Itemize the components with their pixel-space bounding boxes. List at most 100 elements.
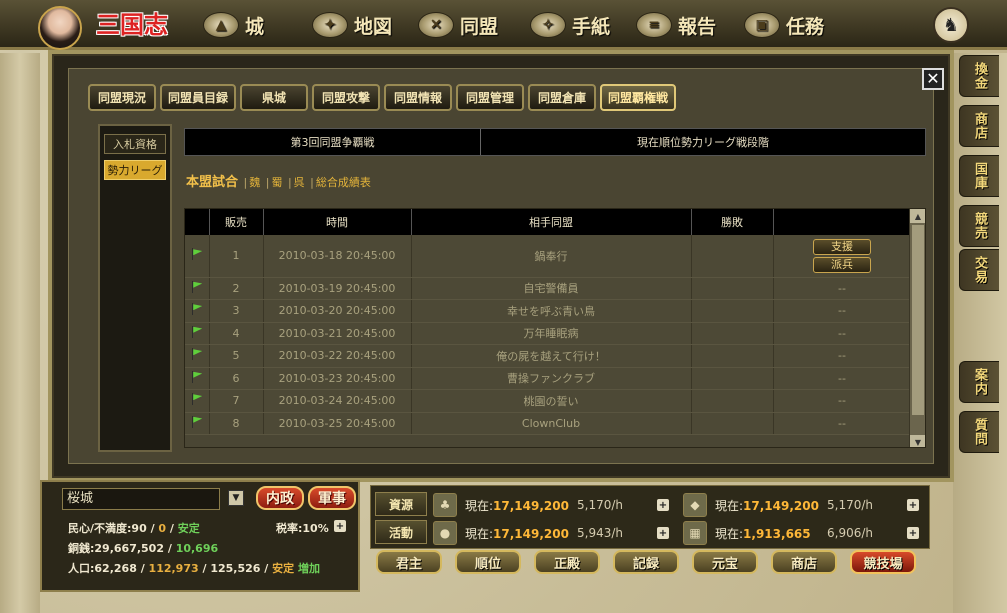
table-row: 6 2010-03-23 20:45:00 曹操ファンクラブ --	[185, 367, 912, 390]
close-button[interactable]: ✕	[922, 68, 944, 90]
city-select[interactable]: 桜城	[62, 488, 220, 510]
green-flag-icon	[191, 248, 202, 261]
alliance-window: ✕ 同盟現況 同盟員目録 県城 同盟攻撃 同盟情報 同盟管理 同盟倉庫 同盟覇権…	[48, 50, 954, 482]
table-row: 2 2010-03-19 20:45:00 自宅警備員 --	[185, 277, 912, 300]
nav-quest-label: 任務	[786, 15, 825, 38]
table-scrollbar[interactable]: ▲ ▼	[909, 209, 925, 447]
phase-status: 現在順位勢力リーグ戦段階	[637, 136, 769, 149]
bird-icon: ✧	[530, 12, 566, 38]
col-result: 勝敗	[691, 209, 774, 235]
horse-rider-icon[interactable]: ♞	[933, 7, 969, 43]
nav-records[interactable]: 記録	[613, 550, 679, 574]
match-links: 本盟試合 | 魏 | 蜀 | 呉 | 総合成績表	[186, 175, 371, 190]
subnav-power-league[interactable]: 勢力リーグ	[104, 160, 166, 180]
nav-main-hall[interactable]: 正殿	[534, 550, 600, 574]
hegemony-content: 第3回同盟争覇戦 現在順位勢力リーグ戦段階 本盟試合 | 魏 | 蜀 | 呉 | 総合成…	[184, 124, 926, 452]
tab-alliance-status[interactable]: 同盟現況	[88, 84, 156, 111]
activity-tab[interactable]: 活動	[375, 520, 427, 544]
tab-alliance-attack[interactable]: 同盟攻撃	[312, 84, 381, 111]
sub-navigation: 入札資格 勢力リーグ	[98, 124, 172, 452]
scroll-icon: ≡	[636, 12, 672, 38]
side-tab-shop[interactable]: 商店	[959, 105, 999, 147]
nav-report-label: 報告	[678, 15, 717, 38]
side-tab-treasury[interactable]: 国庫	[959, 155, 999, 197]
map-icon: ✦	[312, 12, 348, 38]
nav-map-label: 地図	[354, 15, 393, 38]
nav-ranking[interactable]: 順位	[455, 550, 521, 574]
resources-tab[interactable]: 資源	[375, 492, 427, 516]
tab-prefecture[interactable]: 県城	[240, 84, 309, 111]
table-row: 1 2010-03-18 20:45:00 鍋奉行 支援 派兵	[185, 235, 912, 278]
side-tab-auction[interactable]: 競売	[959, 205, 999, 247]
nav-report[interactable]: ≡ 報告	[636, 10, 716, 40]
tab-alliance-manage[interactable]: 同盟管理	[456, 84, 525, 111]
scroll-up-icon[interactable]: ▲	[910, 209, 925, 223]
link-shu[interactable]: 蜀	[271, 176, 282, 189]
left-scroll-decoration	[0, 53, 40, 613]
resource-grain: ▦ 現在:1,913,665 6,906/h +	[683, 520, 933, 546]
green-flag-icon	[191, 303, 202, 316]
game-logo: 三国志	[96, 10, 168, 39]
link-wu[interactable]: 呉	[294, 176, 305, 189]
col-actions	[773, 209, 912, 235]
match-table: 販売 時間 相手同盟 勝敗 1 2010-03-18 20:45:00 鍋奉行	[185, 209, 912, 435]
dispatch-troops-button[interactable]: 派兵	[813, 256, 871, 273]
tab-hegemony-war[interactable]: 同盟覇権戦	[600, 84, 677, 111]
nav-map[interactable]: ✦ 地図	[312, 10, 392, 40]
right-side-rail: 換金 商店 国庫 競売 交易 案内 質問	[953, 53, 1007, 613]
col-flag	[185, 209, 210, 235]
scroll-down-icon[interactable]: ▼	[910, 435, 925, 447]
link-overall-results[interactable]: 総合成績表	[316, 176, 371, 189]
nav-ingot[interactable]: 元宝	[692, 550, 758, 574]
side-tab-question[interactable]: 質問	[959, 411, 999, 453]
alliance-icon: ✕	[418, 12, 454, 38]
match-table-container: 販売 時間 相手同盟 勝敗 1 2010-03-18 20:45:00 鍋奉行	[184, 208, 926, 448]
castle-icon: ▲	[203, 12, 239, 38]
bottom-nav: 君主 順位 正殿 記録 元宝 商店 競技場	[376, 550, 916, 574]
nav-quest[interactable]: ▣ 任務	[744, 10, 824, 40]
tax-plus-button[interactable]: +	[334, 520, 346, 532]
own-matches-link[interactable]: 本盟試合	[186, 175, 238, 190]
nav-letters-label: 手紙	[572, 15, 611, 38]
subnav-bid-qualification[interactable]: 入札資格	[104, 134, 166, 154]
tab-alliance-info[interactable]: 同盟情報	[384, 84, 453, 111]
nav-lord[interactable]: 君主	[376, 550, 442, 574]
resource-panel: 資源 活動 ♣ 現在:17,149,200 5,170/h + ◆ 現在:17,…	[370, 485, 930, 549]
side-tab-guide[interactable]: 案内	[959, 361, 999, 403]
nav-castle-label: 城	[245, 15, 265, 38]
plus-button[interactable]: +	[907, 499, 919, 511]
alliance-tabs: 同盟現況 同盟員目録 県城 同盟攻撃 同盟情報 同盟管理 同盟倉庫 同盟覇権戦	[88, 84, 677, 111]
table-row: 4 2010-03-21 20:45:00 万年睡眠病 --	[185, 322, 912, 345]
support-button[interactable]: 支援	[813, 238, 871, 255]
nav-shop[interactable]: 商店	[771, 550, 837, 574]
resource-stone: ● 現在:17,149,200 5,943/h +	[433, 520, 683, 546]
resource-ore: ◆ 現在:17,149,200 5,170/h +	[683, 492, 933, 518]
ore-icon: ◆	[683, 493, 707, 517]
green-flag-icon	[191, 348, 202, 361]
plus-button[interactable]: +	[657, 527, 669, 539]
nav-arena[interactable]: 競技場	[850, 550, 916, 574]
side-tab-exchange[interactable]: 換金	[959, 55, 999, 97]
nav-alliance-label: 同盟	[460, 15, 499, 38]
nav-castle[interactable]: ▲ 城	[203, 10, 264, 40]
scroll-thumb[interactable]	[912, 225, 924, 415]
city-panel: 桜城 ▼ 内政 軍事 民心/不満度:90 / 0 / 安定 税率:10% + 銅…	[40, 480, 360, 592]
population-stat: 人口:62,268 / 112,973 / 125,526 / 安定 増加	[68, 562, 320, 575]
plus-button[interactable]: +	[907, 527, 919, 539]
top-bar: 三国志 ▲ 城 ✦ 地図 ✕ 同盟 ✧ 手紙 ≡ 報告 ▣ 任務 ♞	[0, 0, 1007, 50]
military-button[interactable]: 軍事	[308, 486, 356, 510]
tab-alliance-warehouse[interactable]: 同盟倉庫	[528, 84, 597, 111]
tab-member-list[interactable]: 同盟員目録	[160, 84, 237, 111]
side-tab-trade[interactable]: 交易	[959, 249, 999, 291]
ruler-avatar[interactable]	[38, 6, 82, 50]
chevron-down-icon[interactable]: ▼	[228, 490, 244, 506]
green-flag-icon	[191, 415, 202, 428]
col-number: 販売	[209, 209, 264, 235]
internal-affairs-button[interactable]: 内政	[256, 486, 304, 510]
nav-letters[interactable]: ✧ 手紙	[530, 10, 610, 40]
link-wei[interactable]: 魏	[249, 176, 260, 189]
nav-alliance[interactable]: ✕ 同盟	[418, 10, 498, 40]
plus-button[interactable]: +	[657, 499, 669, 511]
tax-stat: 税率:10%	[276, 522, 329, 535]
table-row: 5 2010-03-22 20:45:00 俺の屍を越えて行け！ --	[185, 344, 912, 368]
